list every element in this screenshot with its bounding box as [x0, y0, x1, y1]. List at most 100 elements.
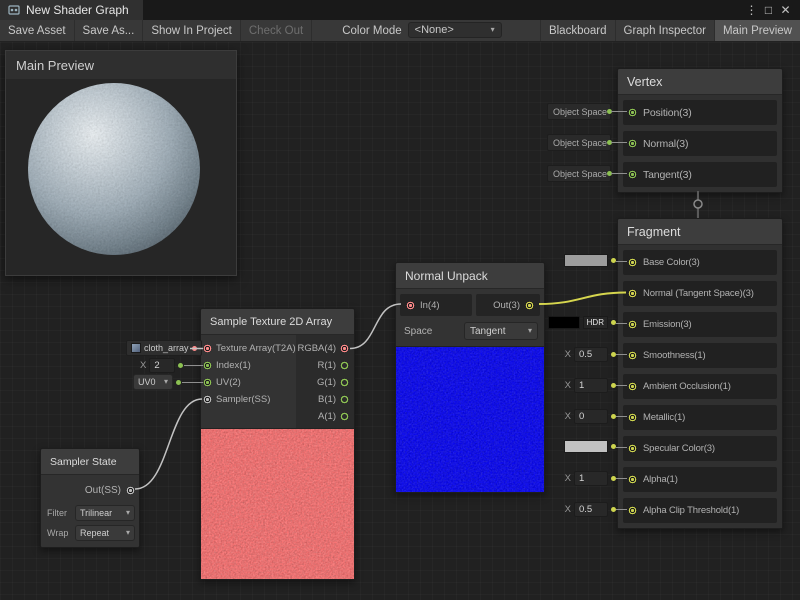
normal-unpack-ports: In(4) Out(3) [396, 289, 544, 316]
port-stub-icon [176, 380, 181, 385]
alpha-clip-threshold-port-icon[interactable] [628, 506, 637, 515]
blackboard-toggle-button[interactable]: Blackboard [540, 20, 615, 41]
node-title: Sampler State [50, 456, 117, 468]
maximize-icon[interactable]: □ [760, 0, 777, 20]
port-label: Index(1) [216, 360, 251, 371]
specular-color-swatch[interactable] [564, 440, 608, 453]
g-output-port-icon[interactable] [340, 378, 349, 387]
uv-channel-dropdown[interactable]: UV0 ▾ [133, 374, 173, 390]
save-as-button[interactable]: Save As... [75, 20, 144, 41]
main-preview-toggle-button[interactable]: Main Preview [714, 20, 800, 41]
port-row-position: Position(3) [623, 100, 777, 125]
position-space-dropdown[interactable]: Object Space [547, 103, 611, 120]
r-output-port-icon[interactable] [340, 361, 349, 370]
axis-label: X [565, 380, 571, 391]
graph-inspector-toggle-button[interactable]: Graph Inspector [615, 20, 714, 41]
sample-node-header[interactable]: Sample Texture 2D Array [201, 309, 354, 335]
node-title: Fragment [627, 225, 681, 239]
sampler-state-node[interactable]: Sampler State Out(SS) Filter Trilinear ▾… [40, 448, 140, 548]
rgba-output-port-icon[interactable] [340, 344, 349, 353]
index-value-field[interactable]: 2 [149, 358, 175, 373]
close-icon[interactable]: ✕ [777, 0, 794, 20]
sampler-input-port-icon[interactable] [203, 395, 212, 404]
a-output-port-icon[interactable] [340, 412, 349, 421]
axis-label: X [565, 504, 571, 515]
caret-down-icon: ▾ [491, 26, 495, 34]
color-mode-dropdown[interactable]: <None> ▾ [408, 22, 502, 38]
space-dropdown[interactable]: Tangent ▾ [464, 322, 538, 340]
port-label: Base Color(3) [643, 257, 700, 268]
base-color-port-icon[interactable] [628, 258, 637, 267]
out-output-port-icon[interactable] [525, 301, 534, 310]
sample-node-ports: Texture Array(T2A) Index(1) UV(2) Sample… [201, 335, 354, 428]
port-row-emission: Emission(3) [623, 312, 777, 337]
alpha-clip-value-field[interactable]: 0.5 [574, 502, 608, 517]
port-stub-icon [611, 383, 616, 388]
axis-label: X [140, 360, 146, 371]
output-row-b: B(1) [296, 391, 349, 408]
uv-default-widget: UV0 ▾ [133, 374, 181, 390]
fragment-node-header[interactable]: Fragment [618, 219, 782, 245]
sampler-state-header[interactable]: Sampler State [41, 449, 139, 475]
shader-graph-icon [8, 4, 20, 16]
main-preview-header[interactable]: Main Preview [6, 51, 236, 79]
normal-input-port-icon[interactable] [628, 139, 637, 148]
toolbar: Save Asset Save As... Show In Project Ch… [0, 20, 800, 42]
base-color-swatch[interactable] [564, 254, 608, 267]
input-row-index: Index(1) [203, 357, 296, 374]
sample-texture-2d-array-node[interactable]: Sample Texture 2D Array Texture Array(T2… [200, 308, 355, 580]
port-row-tangent: Tangent(3) [623, 162, 777, 187]
ambient-occlusion-default-widget: X 1 [565, 378, 616, 393]
vertex-node-header[interactable]: Vertex [618, 69, 782, 95]
metallic-value-field[interactable]: 0 [574, 409, 608, 424]
emission-default-widget: HDR [548, 316, 616, 329]
ambient-occlusion-port-icon[interactable] [628, 382, 637, 391]
vertex-node[interactable]: Vertex Position(3) Normal(3) Tangent(3) [617, 68, 783, 193]
port-stub-icon [607, 109, 612, 114]
port-stub-icon [611, 320, 616, 325]
metallic-port-icon[interactable] [628, 413, 637, 422]
space-dropdown-label: Object Space [553, 138, 607, 148]
specular-color-port-icon[interactable] [628, 444, 637, 453]
emission-port-icon[interactable] [628, 320, 637, 329]
index-input-port-icon[interactable] [203, 361, 212, 370]
texture-array-object-field[interactable]: cloth_array [126, 340, 202, 356]
output-row-a: A(1) [296, 408, 349, 425]
port-label: Out(3) [493, 300, 520, 311]
port-stub-icon [607, 171, 612, 176]
alpha-value-field[interactable]: 1 [574, 471, 608, 486]
out-ss-output-port-icon[interactable] [126, 486, 135, 495]
hdr-badge: HDR [583, 316, 608, 329]
tangent-input-port-icon[interactable] [628, 170, 637, 179]
in-input-port-icon[interactable] [406, 301, 415, 310]
uv-input-port-icon[interactable] [203, 378, 212, 387]
panel-title: Main Preview [16, 58, 94, 73]
smoothness-port-icon[interactable] [628, 351, 637, 360]
toolbar-right-group: Blackboard Graph Inspector Main Preview [540, 20, 800, 41]
filter-dropdown[interactable]: Trilinear ▾ [75, 505, 135, 521]
shader-graph-tab[interactable]: New Shader Graph [0, 0, 143, 20]
normal-unpack-node[interactable]: Normal Unpack In(4) Out(3) Space Tangent… [395, 262, 545, 493]
port-row-specular-color: Specular Color(3) [623, 436, 777, 461]
show-in-project-button[interactable]: Show In Project [143, 20, 241, 41]
texture-array-input-port-icon[interactable] [203, 344, 212, 353]
smoothness-value-field[interactable]: 0.5 [574, 347, 608, 362]
main-preview-panel[interactable]: Main Preview [5, 50, 237, 276]
normal-unpack-header[interactable]: Normal Unpack [396, 263, 544, 289]
fragment-node[interactable]: Fragment Base Color(3) Normal (Tangent S… [617, 218, 783, 529]
alpha-port-icon[interactable] [628, 475, 637, 484]
wrap-dropdown[interactable]: Repeat ▾ [75, 525, 135, 541]
emission-color-swatch[interactable] [548, 316, 580, 329]
ambient-occlusion-value-field[interactable]: 1 [574, 378, 608, 393]
preview-sphere [28, 83, 200, 255]
save-asset-button[interactable]: Save Asset [0, 20, 75, 41]
tangent-space-dropdown[interactable]: Object Space [547, 165, 611, 182]
normal-tangent-port-icon[interactable] [628, 289, 637, 298]
menu-icon[interactable]: ⋮ [743, 0, 760, 20]
normal-space-dropdown[interactable]: Object Space [547, 134, 611, 151]
position-input-port-icon[interactable] [628, 108, 637, 117]
b-output-port-icon[interactable] [340, 395, 349, 404]
input-row-texture-array: Texture Array(T2A) [203, 340, 296, 357]
port-stub-icon [192, 346, 197, 351]
input-row-in: In(4) [400, 294, 472, 316]
